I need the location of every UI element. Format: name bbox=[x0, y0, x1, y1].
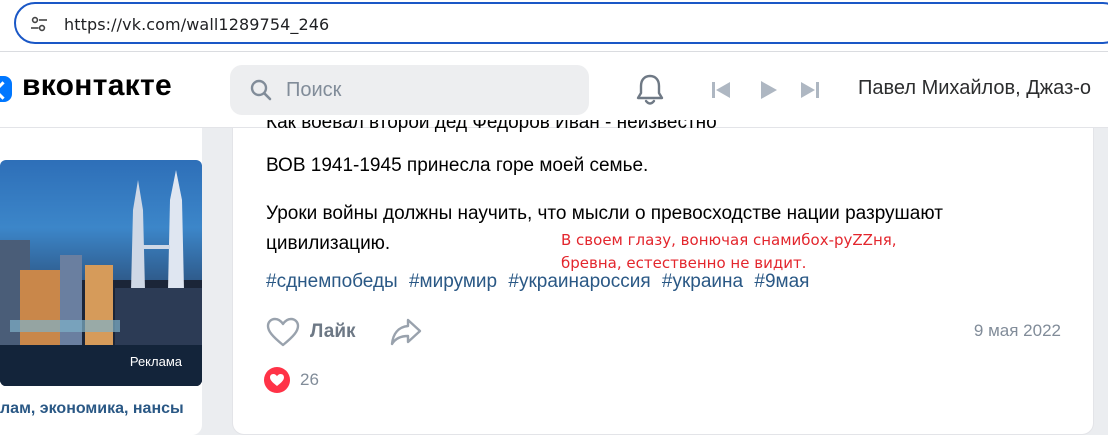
reaction-count: 26 bbox=[300, 370, 319, 389]
hashtag-link[interactable]: #украинароссия bbox=[508, 271, 650, 292]
site-header: вконтакте Павел Михайлов, Джаз-о bbox=[0, 52, 1108, 128]
skip-back-icon[interactable] bbox=[709, 78, 733, 102]
hashtags: #сднемпобеды #мирумир #украинароссия #ук… bbox=[266, 271, 815, 293]
heart-outline-icon bbox=[266, 317, 300, 347]
bell-icon[interactable] bbox=[634, 72, 666, 108]
now-playing-track[interactable]: Павел Михайлов, Джаз-о bbox=[858, 77, 1091, 100]
red-annotation: В своем глазу, вонючая снамибох-руZZня, … bbox=[561, 229, 897, 275]
like-label: Лайк bbox=[310, 321, 356, 342]
city-skyline-image bbox=[0, 170, 202, 386]
search-input[interactable] bbox=[286, 75, 566, 105]
url-text[interactable]: https://vk.com/wall1289754_246 bbox=[64, 15, 329, 34]
ad-label: Реклама bbox=[129, 354, 182, 369]
vk-logo-icon[interactable] bbox=[0, 76, 12, 102]
play-icon[interactable] bbox=[756, 78, 780, 102]
hashtag-link[interactable]: #украина bbox=[662, 271, 743, 292]
hashtag-link[interactable]: #сднемпобеды bbox=[266, 271, 398, 292]
post-date[interactable]: 9 мая 2022 bbox=[974, 321, 1061, 341]
logo-text[interactable]: вконтакте bbox=[22, 69, 172, 103]
ad-image[interactable]: Реклама bbox=[0, 160, 202, 386]
search-box[interactable] bbox=[230, 65, 589, 115]
hashtag-link[interactable]: #мирумир bbox=[409, 271, 497, 292]
wall-post: Как воевал второй дед Федоров Иван - неи… bbox=[232, 120, 1094, 435]
ad-description[interactable]: лам, экономика, нансы bbox=[0, 398, 200, 420]
heart-reaction-icon bbox=[264, 367, 290, 393]
browser-toolbar: https://vk.com/wall1289754_246 bbox=[0, 0, 1108, 52]
post-text-line: ВОВ 1941-1945 принесла горе моей семье. bbox=[266, 155, 649, 176]
skip-forward-icon[interactable] bbox=[798, 78, 822, 102]
like-button[interactable]: Лайк bbox=[266, 315, 356, 349]
annotation-line: В своем глазу, вонючая снамибох-руZZня, bbox=[561, 231, 897, 249]
search-icon bbox=[250, 79, 272, 101]
share-icon[interactable] bbox=[389, 316, 423, 348]
hashtag-link[interactable]: #9мая bbox=[754, 271, 809, 292]
tune-icon[interactable] bbox=[30, 15, 48, 33]
address-bar[interactable]: https://vk.com/wall1289754_246 bbox=[14, 2, 1108, 44]
reactions-summary[interactable]: 26 bbox=[264, 367, 319, 393]
